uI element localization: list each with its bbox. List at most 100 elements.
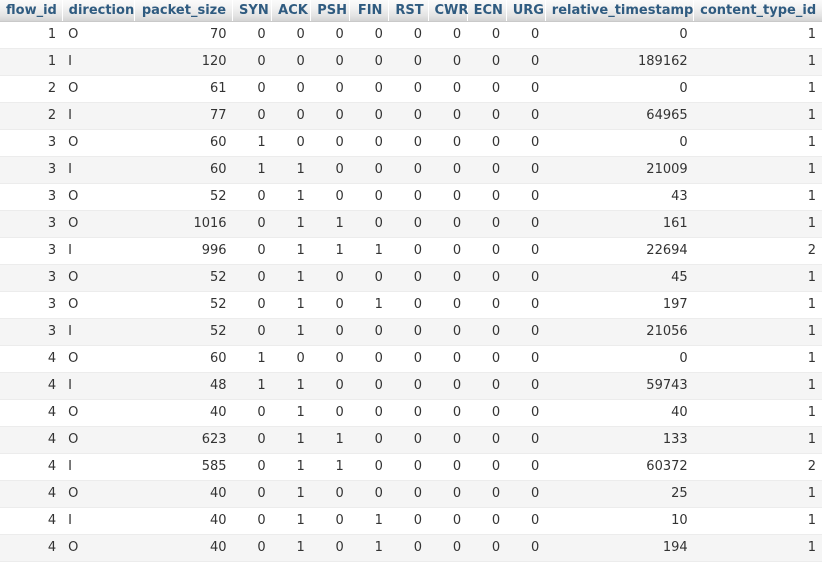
table-row[interactable]: 1 O 70 0 0 0 0 0 0 0 0 0 1 — [0, 21, 822, 49]
cell-ecn: 0 — [467, 237, 507, 265]
table-row[interactable]: 1 I 120 0 0 0 0 0 0 0 0 189162 1 — [0, 48, 822, 76]
table-row[interactable]: 3 I 60 1 1 0 0 0 0 0 0 21009 1 — [0, 156, 822, 184]
cell-ack: 1 — [271, 237, 311, 265]
column-header-direction[interactable]: direction — [62, 0, 135, 22]
cell-psh: 1 — [310, 237, 350, 265]
cell-content_type_id: 1 — [693, 318, 822, 346]
table-row[interactable]: 2 I 77 0 0 0 0 0 0 0 0 64965 1 — [0, 102, 822, 130]
table-row[interactable]: 3 O 60 1 0 0 0 0 0 0 0 0 1 — [0, 129, 822, 157]
cell-rst: 0 — [388, 48, 429, 76]
cell-psh: 0 — [310, 507, 350, 535]
cell-direction: I — [62, 48, 135, 76]
cell-ecn: 0 — [467, 210, 507, 238]
column-header-relative_timestamp[interactable]: relative_timestamp — [545, 0, 695, 22]
cell-direction: O — [62, 426, 135, 454]
cell-direction: I — [62, 318, 135, 346]
cell-packet_size: 48 — [134, 372, 233, 400]
cell-content_type_id: 1 — [693, 183, 822, 211]
column-header-ecn[interactable]: ECN — [467, 0, 507, 22]
table-row[interactable]: 4 O 40 0 1 0 0 0 0 0 0 40 1 — [0, 399, 822, 427]
table-row[interactable]: 4 O 623 0 1 1 0 0 0 0 0 133 1 — [0, 426, 822, 454]
cell-psh: 0 — [310, 534, 350, 562]
table-row[interactable]: 2 O 61 0 0 0 0 0 0 0 0 0 1 — [0, 75, 822, 103]
column-header-urg[interactable]: URG — [506, 0, 546, 22]
cell-content_type_id: 1 — [693, 507, 822, 535]
cell-flow_id: 4 — [0, 345, 63, 373]
cell-psh: 0 — [310, 291, 350, 319]
cell-packet_size: 40 — [134, 480, 233, 508]
column-header-psh[interactable]: PSH — [310, 0, 351, 22]
table-body: 1 O 70 0 0 0 0 0 0 0 0 0 1 1 I 120 0 0 0 0 0 0 0 0 189162 1 2 O 61 0 0… — [0, 21, 822, 562]
cell-psh: 1 — [310, 210, 350, 238]
cell-relative_timestamp: 64965 — [545, 102, 694, 130]
cell-direction: O — [62, 480, 135, 508]
cell-urg: 0 — [506, 75, 546, 103]
cell-fin: 0 — [349, 102, 389, 130]
column-header-ack[interactable]: ACK — [271, 0, 312, 22]
cell-syn: 0 — [232, 183, 272, 211]
cell-flow_id: 3 — [0, 291, 63, 319]
cell-relative_timestamp: 43 — [545, 183, 694, 211]
cell-packet_size: 585 — [134, 453, 233, 481]
cell-ecn: 0 — [467, 399, 507, 427]
cell-syn: 0 — [232, 318, 272, 346]
cell-ack: 0 — [271, 129, 311, 157]
column-header-rst[interactable]: RST — [388, 0, 429, 22]
cell-content_type_id: 1 — [693, 399, 822, 427]
cell-ecn: 0 — [467, 48, 507, 76]
cell-fin: 1 — [349, 507, 389, 535]
cell-urg: 0 — [506, 21, 546, 49]
cell-flow_id: 4 — [0, 507, 63, 535]
table-row[interactable]: 4 I 585 0 1 1 0 0 0 0 0 60372 2 — [0, 453, 822, 481]
cell-ecn: 0 — [467, 156, 507, 184]
table-row[interactable]: 3 O 52 0 1 0 0 0 0 0 0 43 1 — [0, 183, 822, 211]
packet-results-table: flow_id direction packet_size SYN ACK PSH FIN R… — [0, 0, 822, 562]
table-row[interactable]: 4 I 40 0 1 0 1 0 0 0 0 10 1 — [0, 507, 822, 535]
cell-urg: 0 — [506, 48, 546, 76]
cell-syn: 0 — [232, 237, 272, 265]
table-row[interactable]: 4 O 60 1 0 0 0 0 0 0 0 0 1 — [0, 345, 822, 373]
cell-urg: 0 — [506, 210, 546, 238]
cell-syn: 0 — [232, 102, 272, 130]
table-row[interactable]: 3 O 1016 0 1 1 0 0 0 0 0 161 1 — [0, 210, 822, 238]
cell-content_type_id: 2 — [693, 453, 822, 481]
cell-cwr: 0 — [428, 534, 468, 562]
column-header-cwr[interactable]: CWR — [428, 0, 468, 22]
cell-direction: I — [62, 156, 135, 184]
cell-rst: 0 — [388, 291, 429, 319]
cell-flow_id: 3 — [0, 156, 63, 184]
table-row[interactable]: 3 I 996 0 1 1 1 0 0 0 0 22694 2 — [0, 237, 822, 265]
cell-rst: 0 — [388, 21, 429, 49]
cell-rst: 0 — [388, 480, 429, 508]
cell-ecn: 0 — [467, 507, 507, 535]
column-header-flow_id[interactable]: flow_id — [0, 0, 63, 22]
table-row[interactable]: 4 O 40 0 1 0 0 0 0 0 0 25 1 — [0, 480, 822, 508]
column-header-packet_size[interactable]: packet_size — [134, 0, 234, 22]
cell-syn: 1 — [232, 345, 272, 373]
table-row[interactable]: 4 I 48 1 1 0 0 0 0 0 0 59743 1 — [0, 372, 822, 400]
cell-rst: 0 — [388, 453, 429, 481]
cell-ack: 1 — [271, 156, 311, 184]
cell-urg: 0 — [506, 264, 546, 292]
column-header-content_type_id[interactable]: content_type_id — [693, 0, 822, 22]
table-row[interactable]: 3 I 52 0 1 0 0 0 0 0 0 21056 1 — [0, 318, 822, 346]
cell-rst: 0 — [388, 372, 429, 400]
cell-packet_size: 1016 — [134, 210, 233, 238]
cell-content_type_id: 1 — [693, 345, 822, 373]
cell-rst: 0 — [388, 264, 429, 292]
table-row[interactable]: 3 O 52 0 1 0 1 0 0 0 0 197 1 — [0, 291, 822, 319]
cell-fin: 0 — [349, 48, 389, 76]
column-header-fin[interactable]: FIN — [349, 0, 390, 22]
cell-cwr: 0 — [428, 507, 468, 535]
cell-ack: 1 — [271, 264, 311, 292]
table-row[interactable]: 4 O 40 0 1 0 1 0 0 0 0 194 1 — [0, 534, 822, 562]
column-header-syn[interactable]: SYN — [232, 0, 273, 22]
cell-ecn: 0 — [467, 345, 507, 373]
table-row[interactable]: 3 O 52 0 1 0 0 0 0 0 0 45 1 — [0, 264, 822, 292]
cell-cwr: 0 — [428, 345, 468, 373]
cell-syn: 0 — [232, 75, 272, 103]
cell-urg: 0 — [506, 453, 546, 481]
cell-urg: 0 — [506, 318, 546, 346]
cell-fin: 0 — [349, 75, 389, 103]
cell-relative_timestamp: 60372 — [545, 453, 694, 481]
